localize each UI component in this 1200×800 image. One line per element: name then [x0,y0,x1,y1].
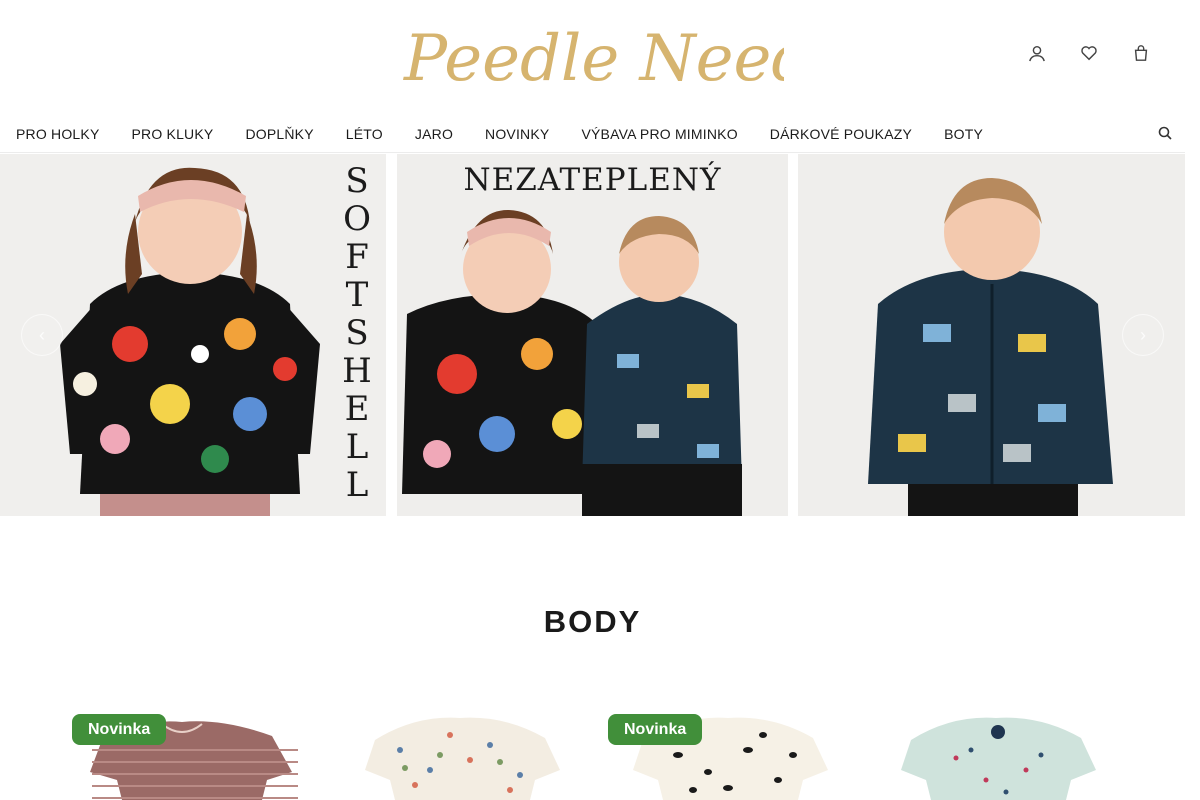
softshell-letter: T [345,275,369,315]
softshell-letter: S [345,161,369,201]
nav-item-jaro[interactable]: JARO [399,126,469,142]
softshell-letter: F [345,237,369,277]
softshell-letter: S [345,313,369,353]
nav-item-pro-holky[interactable]: PRO HOLKY [0,126,116,142]
product-card[interactable] [340,700,586,800]
softshell-letter: O [343,199,371,239]
site-header: Peedle Needle [0,0,1200,112]
logo-text: Peedle Needle [403,22,784,96]
nezatepleny-label: NEZATEPLENÝ [463,162,722,198]
nav-item-darkove-poukazy[interactable]: DÁRKOVÉ POUKAZY [754,126,928,142]
heart-icon[interactable] [1078,42,1100,64]
product-card[interactable]: Novinka [608,700,854,800]
nav-item-vybava-pro-miminko[interactable]: VÝBAVA PRO MIMINKO [565,126,753,142]
softshell-letter: E [344,389,370,429]
chevron-left-icon: ‹ [39,324,45,345]
user-icon[interactable] [1026,42,1048,64]
product-grid: Novinka Novinka [0,700,1185,800]
softshell-letter: H [342,351,372,391]
main-navigation: PRO HOLKY PRO KLUKY DOPLŇKY LÉTO JARO NO… [0,115,1185,153]
product-card[interactable]: Novinka [72,700,318,800]
softshell-vertical-text: SOFTSHELL [342,162,372,504]
nav-item-novinky[interactable]: NOVINKY [469,126,565,142]
new-badge: Novinka [608,714,703,745]
nav-item-doplnky[interactable]: DOPLŇKY [229,126,329,142]
search-icon[interactable] [1157,125,1173,141]
softshell-letter: L [345,427,369,467]
new-badge: Novinka [72,714,167,745]
softshell-letter: L [345,465,369,505]
nav-item-boty[interactable]: BOTY [928,126,999,142]
product-card[interactable] [876,700,1122,800]
section-title-body: BODY [543,604,642,639]
carousel-prev-button[interactable]: ‹ [21,314,63,356]
chevron-right-icon: › [1140,324,1146,345]
nav-item-pro-kluky[interactable]: PRO KLUKY [116,126,230,142]
hero-image-nezatepleny[interactable]: NEZATEPLENÝ [397,154,788,516]
nav-item-leto[interactable]: LÉTO [330,126,399,142]
hero-carousel: SOFTSHELL NEZATEPLENÝ ‹ › [0,154,1185,516]
brand-logo[interactable]: Peedle Needle [400,10,784,100]
cart-icon[interactable] [1130,42,1152,64]
softshell-letters: SOFTSHELL [342,162,372,504]
carousel-next-button[interactable]: › [1122,314,1164,356]
header-icons [1026,42,1152,64]
